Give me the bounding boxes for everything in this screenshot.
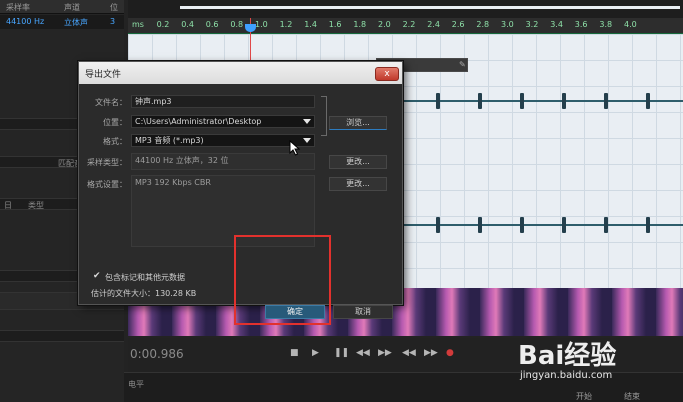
transport-button[interactable]: ▶▶ (424, 348, 438, 358)
timeline-tick: ms (132, 20, 144, 29)
waveform-peak (562, 93, 566, 109)
col-channels[interactable]: 声道 (64, 2, 80, 13)
transport-button[interactable]: ▶▶ (378, 348, 392, 358)
waveform-peak (436, 217, 440, 233)
timeline-tick: 0.6 (205, 20, 219, 29)
transport-button[interactable]: ◀◀ (402, 348, 416, 358)
filename-input[interactable]: 钟声.mp3 (131, 95, 315, 108)
annotation-highlight (234, 235, 331, 325)
timeline-tick: 2.4 (427, 20, 440, 29)
col-ri[interactable]: 日 (4, 200, 12, 211)
timeline-tick: 0.2 (156, 20, 170, 29)
chevron-down-icon (303, 119, 311, 124)
timeline-ruler[interactable]: ms 0.2 0.4 0.6 0.8 1.0 1.2 1.4 1.6 1.8 2.0 2.2 2.4 2.… (128, 18, 683, 34)
waveform-peak (562, 217, 566, 233)
waveform-peak (478, 93, 482, 109)
waveform-peak (646, 217, 650, 233)
timeline-tick: 1.4 (304, 20, 317, 29)
browse-button[interactable]: 浏览... (329, 116, 387, 130)
timeline-tick: 3.4 (550, 20, 563, 29)
time-display: 0:00.986 (130, 347, 184, 361)
waveform-peak (520, 217, 524, 233)
location-value: C:\Users\Administrator\Desktop (135, 117, 262, 126)
file-channels: 立体声 (64, 18, 88, 27)
format-value: MP3 音频 (*.mp3) (135, 136, 204, 145)
start-label: 开始 (576, 392, 592, 401)
chevron-down-icon-2 (303, 138, 311, 143)
change-sample-button[interactable]: 更改... (329, 155, 387, 169)
timeline-tick: 3.6 (574, 20, 588, 29)
editor-top-strip (128, 0, 683, 18)
location-dropdown[interactable]: C:\Users\Administrator\Desktop (131, 115, 315, 128)
file-row[interactable]: 44100 Hz 立体声 3 (0, 15, 124, 29)
timeline-tick: 4.0 (624, 20, 637, 29)
waveform-peak (646, 93, 650, 109)
waveform-peak (436, 93, 440, 109)
col-bits[interactable]: 位 (110, 2, 118, 13)
transport-button[interactable]: ▶ (312, 348, 319, 358)
timeline-tick: 0.8 (230, 20, 244, 29)
timeline-tick: 3.2 (525, 20, 539, 29)
timeline-tick: 0.4 (181, 20, 194, 29)
panel-divider-4 (0, 330, 124, 342)
sample-type-value: 44100 Hz 立体声，32 位 (131, 153, 315, 170)
timeline-tick: 2.0 (378, 20, 391, 29)
dialog-titlebar[interactable]: 导出文件 x (79, 62, 402, 84)
waveform-peak (520, 93, 524, 109)
col-sample-rate[interactable]: 采样率 (6, 2, 30, 13)
include-markers-label: 包含标记和其他元数据 (105, 273, 185, 282)
pin-icon[interactable]: ✎ (459, 60, 466, 69)
levels-label: 电平 (128, 380, 144, 389)
timeline-tick: 3.0 (501, 20, 514, 29)
baidu-watermark-url: jingyan.baidu.com (520, 370, 613, 381)
mouse-cursor-icon (289, 140, 301, 156)
transport-button[interactable]: ◀◀ (356, 348, 370, 358)
waveform-peak (478, 217, 482, 233)
timeline-tick: 2.2 (402, 20, 416, 29)
timeline-tick: 1.0 (255, 20, 268, 29)
location-label: 位置： (103, 118, 127, 127)
transport-button[interactable]: ● (446, 348, 454, 358)
format-dropdown[interactable]: MP3 音频 (*.mp3) (131, 134, 315, 147)
baidu-watermark: Bai经验 (518, 341, 617, 371)
end-label: 结束 (624, 392, 640, 401)
waveform-peak (604, 217, 608, 233)
col-type[interactable]: 类型 (28, 200, 44, 211)
transport-button[interactable]: ■ (290, 348, 299, 358)
file-bits: 3 (110, 17, 116, 26)
timeline-tick: 1.2 (279, 20, 293, 29)
include-markers-checkbox[interactable]: ✔ (93, 271, 101, 281)
dialog-title: 导出文件 (85, 70, 122, 80)
format-settings-label: 格式设置： (87, 180, 127, 189)
timeline-tick: 2.8 (476, 20, 490, 29)
timeline-tick: 2.6 (451, 20, 465, 29)
estimated-size-label: 估计的文件大小：130.28 KB (91, 289, 197, 298)
cancel-button[interactable]: 取消 (333, 305, 393, 319)
change-format-button[interactable]: 更改... (329, 177, 387, 191)
timeline-tick: 1.6 (328, 20, 342, 29)
waveform-peak (604, 93, 608, 109)
overview-bar[interactable] (180, 6, 680, 9)
format-label: 格式： (103, 137, 127, 146)
files-panel-header: 采样率 声道 位 (0, 0, 124, 14)
file-sample-rate: 44100 Hz (6, 17, 45, 26)
sample-type-label: 采样类型： (87, 158, 127, 167)
transport-button[interactable]: ❚❚ (334, 348, 349, 358)
close-button[interactable]: x (375, 67, 399, 81)
browse-bracket (321, 96, 327, 136)
timeline-tick: 1.8 (353, 20, 367, 29)
filename-label: 文件名： (95, 98, 127, 107)
timeline-tick: 3.8 (599, 20, 613, 29)
